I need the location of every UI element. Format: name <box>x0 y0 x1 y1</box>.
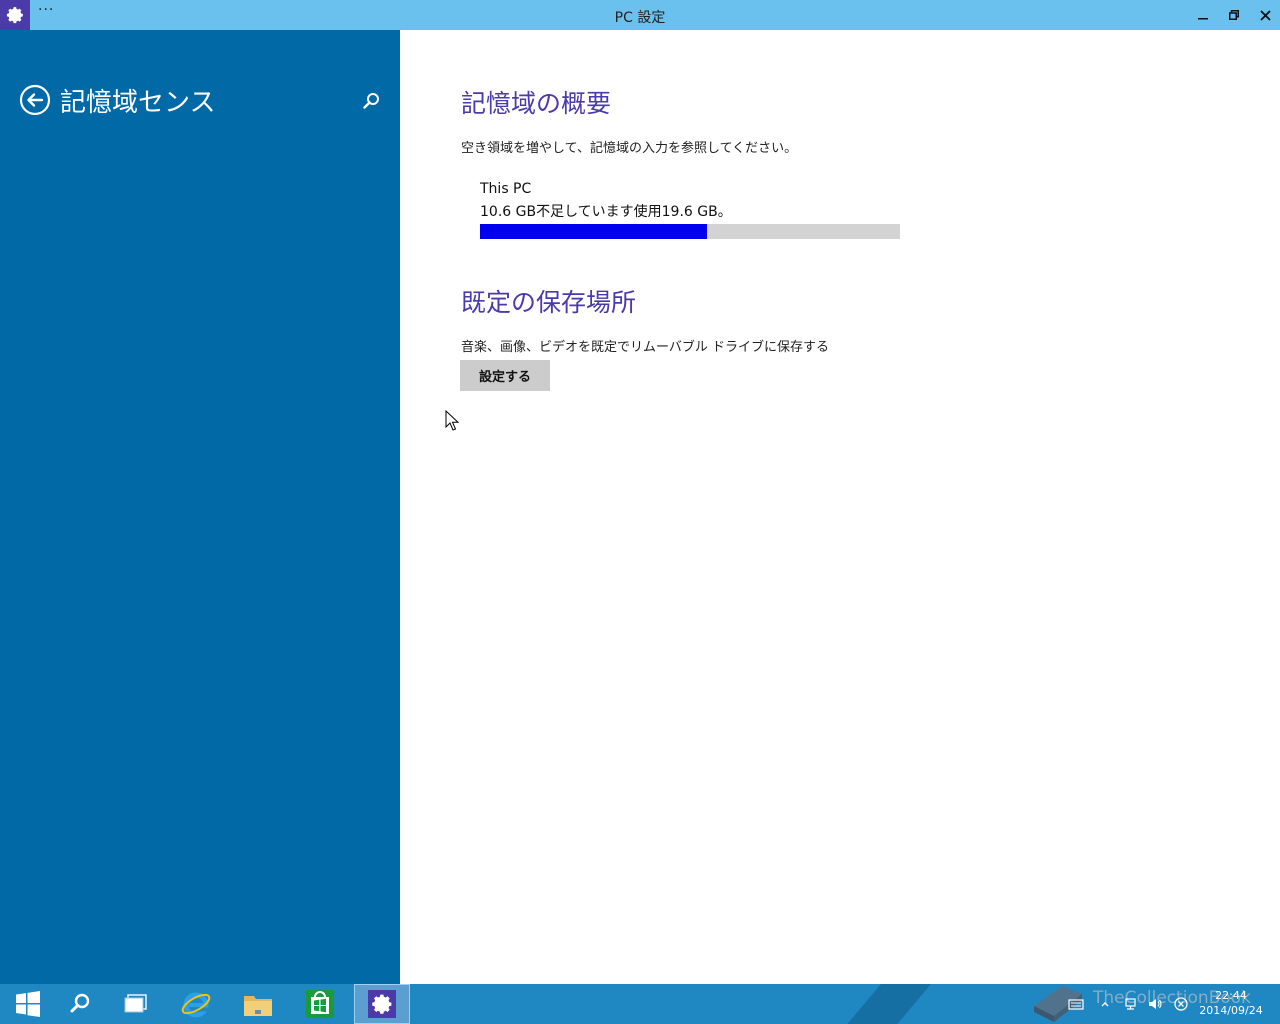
drive-usage-text: 10.6 GB不足しています使用19.6 GB。 <box>480 204 732 220</box>
overview-heading: 記憶域の概要 <box>461 89 612 118</box>
sidebar-title: 記憶域センス <box>60 88 216 118</box>
main-content: 記憶域の概要 空き領域を増やして、記憶域の入力を参照してください。 This P… <box>400 30 1280 984</box>
clock[interactable]: 22:44 2014/09/24 <box>1196 988 1266 1018</box>
pc-settings-button[interactable] <box>354 984 410 1024</box>
window-title: PC 設定 <box>614 10 666 26</box>
overview-description: 空き領域を増やして、記憶域の入力を参照してください。 <box>461 141 798 156</box>
internet-explorer-icon <box>181 992 211 1018</box>
internet-explorer-button[interactable] <box>168 984 224 1024</box>
usage-bar[interactable] <box>480 224 900 239</box>
default-save-heading: 既定の保存場所 <box>461 288 637 317</box>
action-center-icon[interactable] <box>1173 996 1189 1012</box>
store-bag-icon <box>306 990 334 1018</box>
close-icon <box>1259 9 1271 21</box>
minimize-icon <box>1198 18 1208 20</box>
restore-icon <box>1229 10 1239 20</box>
task-view-icon <box>124 994 147 1013</box>
usage-bar-fill <box>480 224 707 239</box>
task-view-button[interactable] <box>108 984 164 1024</box>
clock-date: 2014/09/24 <box>1199 1004 1263 1017</box>
search-icon <box>70 993 90 1013</box>
volume-icon[interactable] <box>1147 996 1163 1012</box>
minimize-button[interactable] <box>1188 0 1218 30</box>
network-icon[interactable] <box>1122 996 1138 1012</box>
restore-button[interactable] <box>1219 0 1249 30</box>
taskbar-search-button[interactable] <box>52 984 108 1024</box>
default-save-description: 音楽、画像、ビデオを既定でリムーバブル ドライブに保存する <box>461 340 830 355</box>
close-button[interactable] <box>1250 0 1280 30</box>
start-button[interactable] <box>0 984 56 1024</box>
folder-icon <box>244 996 272 1016</box>
keyboard-icon[interactable] <box>1068 996 1084 1012</box>
drive-name[interactable]: This PC <box>480 181 531 197</box>
search-icon[interactable] <box>360 90 382 112</box>
taskbar-decoration <box>830 984 940 1024</box>
store-button[interactable] <box>292 984 348 1024</box>
mouse-cursor-icon <box>445 410 459 431</box>
chevron-up-icon[interactable] <box>1097 996 1113 1012</box>
gear-icon <box>368 990 396 1018</box>
file-explorer-button[interactable] <box>230 984 286 1024</box>
taskbar: TheCollectionBook 22:44 2014/09/24 <box>0 984 1280 1024</box>
title-bar: ··· PC 設定 <box>0 0 1280 30</box>
windows-logo-icon <box>16 991 40 1017</box>
set-button[interactable]: 設定する <box>460 360 550 391</box>
back-arrow-icon[interactable] <box>19 84 51 116</box>
clock-time: 22:44 <box>1215 989 1247 1002</box>
screen: ··· PC 設定 記憶域センス 記憶域の概要 空き領域を増やして、記憶域の入力… <box>0 0 1280 1024</box>
sidebar: 記憶域センス <box>0 30 400 984</box>
